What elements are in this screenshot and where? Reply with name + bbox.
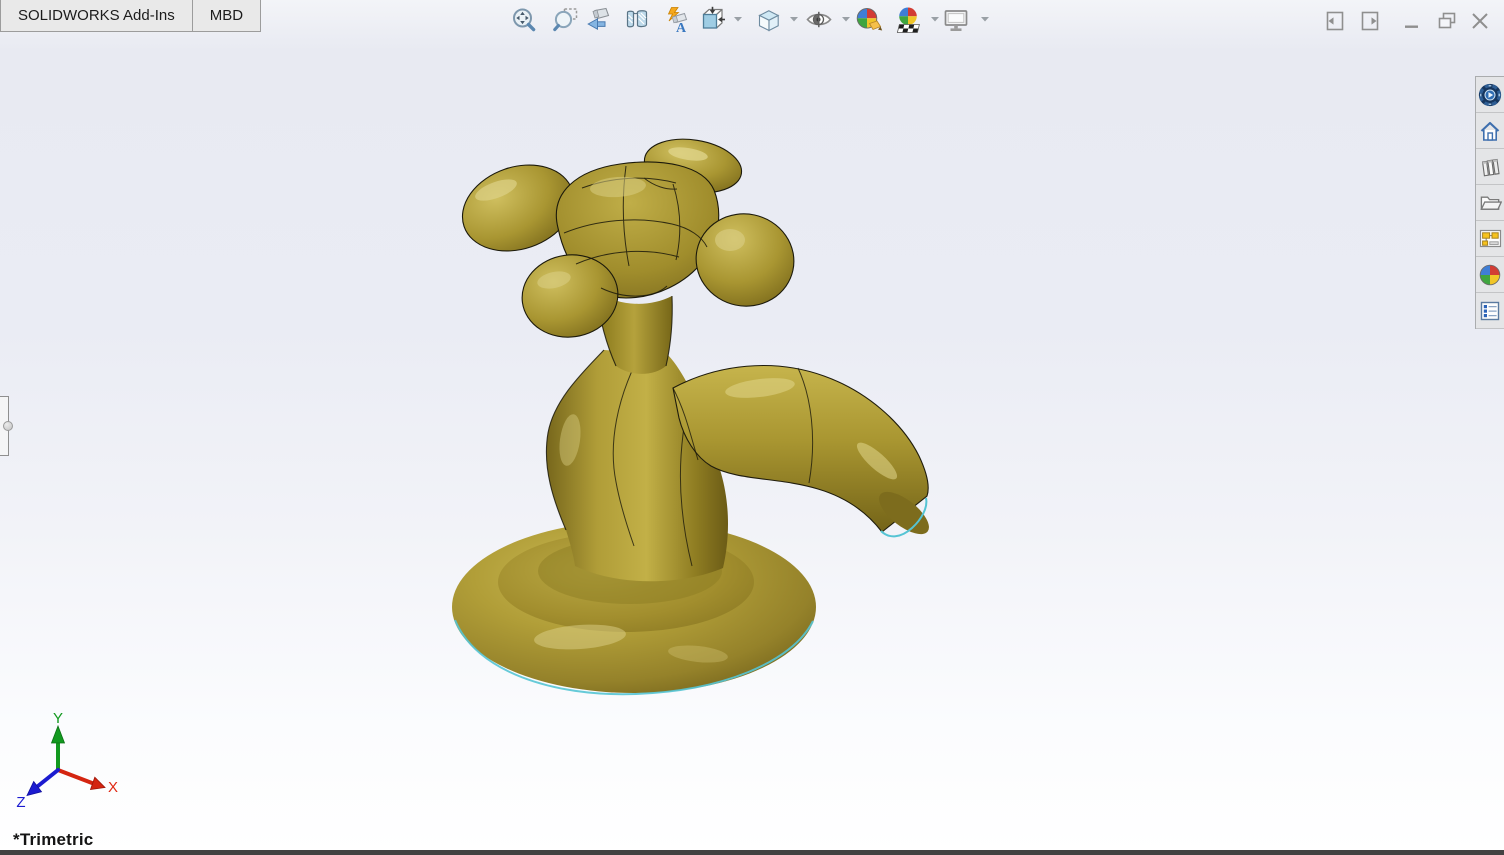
taskpane-item-design-library[interactable]	[1476, 149, 1504, 185]
minimize-icon[interactable]	[1401, 10, 1423, 32]
triad-y-label: Y	[53, 710, 63, 727]
view-orientation-dropdown-icon[interactable]	[790, 16, 798, 22]
appearances-sphere-icon	[1479, 264, 1501, 285]
home-icon	[1480, 121, 1500, 141]
solidworks-window: SOLIDWORKS Add-Ins MBD A Y X Z *Trimetri…	[0, 0, 1504, 855]
taskpane-item-resources[interactable]	[1476, 77, 1504, 113]
view-orientation-label: *Trimetric	[13, 830, 94, 849]
dynamic-annotation-views-icon[interactable]: A	[662, 6, 690, 34]
collapse-left-pane-icon[interactable]	[1324, 10, 1346, 32]
cube-inward-arrows-dropdown-icon[interactable]	[734, 16, 742, 22]
graphics-area-faucet-model[interactable]	[430, 130, 960, 710]
apply-scene-dropdown-icon[interactable]	[931, 16, 939, 22]
taskpane-item-view-palette[interactable]	[1476, 221, 1504, 257]
bottom-window-edge	[0, 850, 1504, 855]
taskpane-item-home[interactable]	[1476, 113, 1504, 149]
collapse-right-pane-icon[interactable]	[1359, 10, 1381, 32]
svg-text:A: A	[676, 21, 687, 34]
zoom-to-area-icon[interactable]	[552, 6, 580, 34]
hide-show-items-dropdown-icon[interactable]	[842, 16, 850, 22]
previous-view-icon[interactable]	[585, 6, 613, 34]
taskpane-item-appearances[interactable]	[1476, 257, 1504, 293]
triad-z-label: Z	[16, 794, 25, 811]
view-palette-icon	[1479, 229, 1501, 248]
file-explorer-folder-icon	[1479, 196, 1502, 210]
task-pane	[1475, 76, 1504, 329]
taskpane-item-file-explorer[interactable]	[1476, 185, 1504, 221]
close-icon[interactable]	[1469, 10, 1491, 32]
pane-expand-knob-icon[interactable]	[3, 421, 13, 431]
edit-appearance-sphere-pencil-icon[interactable]	[855, 6, 883, 34]
circular-play-resources-icon	[1478, 83, 1502, 106]
restore-icon[interactable]	[1436, 10, 1458, 32]
cube-inward-arrows-icon[interactable]	[698, 6, 726, 34]
tab-mbd[interactable]: MBD	[191, 0, 260, 31]
apply-scene-sphere-checker-icon[interactable]	[895, 6, 923, 34]
view-settings-monitor-icon[interactable]	[942, 6, 970, 34]
taskpane-item-custom-properties[interactable]	[1476, 293, 1504, 329]
zoom-to-fit-icon[interactable]	[510, 6, 538, 34]
section-view-icon[interactable]	[623, 6, 651, 34]
design-library-books-icon	[1481, 158, 1500, 176]
tab-solidworks-add-ins[interactable]: SOLIDWORKS Add-Ins	[1, 0, 192, 31]
hide-show-items-eye-icon[interactable]	[805, 6, 833, 34]
custom-properties-form-icon	[1480, 301, 1500, 320]
view-settings-dropdown-icon[interactable]	[981, 16, 989, 22]
featuremanager-collapsed-tab[interactable]	[0, 396, 13, 456]
orientation-triad: Y X Z	[16, 710, 118, 811]
commandmanager-tab-bar: SOLIDWORKS Add-Ins MBD	[0, 0, 262, 32]
view-orientation-cube-icon[interactable]	[755, 6, 783, 34]
triad-x-label: X	[108, 779, 118, 796]
